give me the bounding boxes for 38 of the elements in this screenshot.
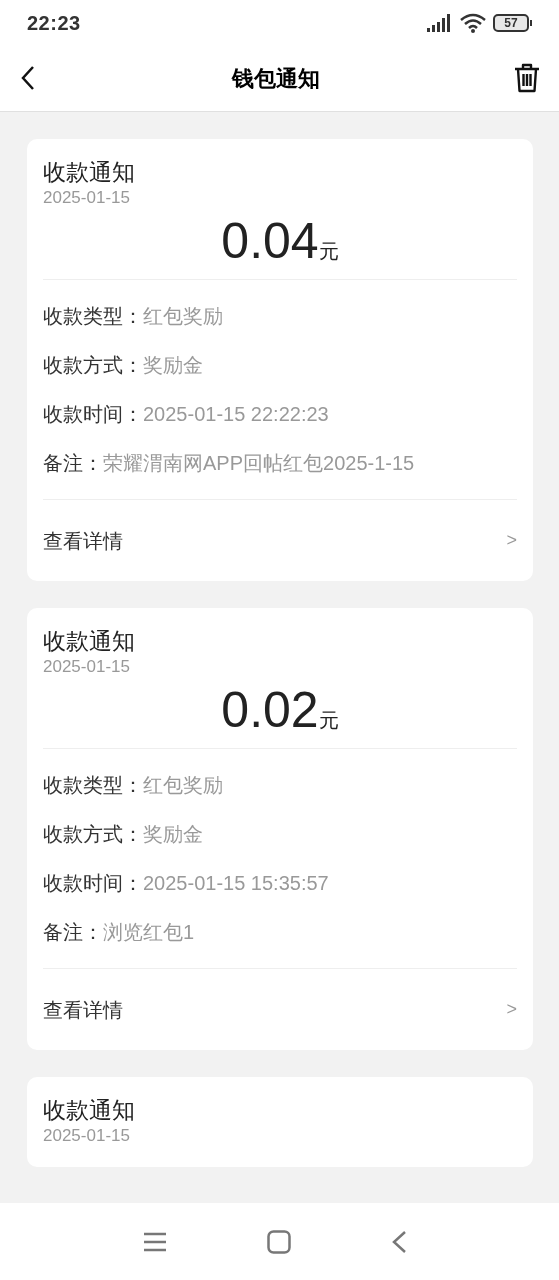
details-link[interactable]: 查看详情 > xyxy=(43,968,517,1050)
page-title: 钱包通知 xyxy=(231,64,320,93)
battery-icon: 57 xyxy=(493,13,532,32)
amount-value: 0.02 xyxy=(221,682,319,738)
detail-label: 备注： xyxy=(43,451,103,476)
detail-label: 收款时间： xyxy=(43,871,143,896)
back-icon[interactable] xyxy=(390,1229,407,1254)
detail-label: 收款时间： xyxy=(43,402,143,427)
card-date: 2025-01-15 xyxy=(43,187,131,209)
status-time: 22:23 xyxy=(27,10,81,36)
chevron-icon: > xyxy=(506,996,517,1023)
amount-value: 0.04 xyxy=(221,213,319,269)
detail-value: 荣耀渭南网APP回帖红包2025-1-15 xyxy=(103,451,415,476)
amount-unit: 元 xyxy=(318,239,339,264)
detail-label: 收款类型： xyxy=(43,304,143,329)
detail-label: 收款类型： xyxy=(43,773,143,798)
home-icon[interactable] xyxy=(266,1229,291,1254)
card-title: 收款通知 xyxy=(43,158,136,187)
detail-value: 奖励金 xyxy=(143,353,203,378)
wifi-icon xyxy=(459,12,487,33)
detail-value: 红包奖励 xyxy=(143,773,223,798)
card-title: 收款通知 xyxy=(43,1096,136,1125)
detail-value: 浏览红包1 xyxy=(103,920,195,945)
card-date: 2025-01-15 xyxy=(43,1125,131,1147)
card-date: 2025-01-15 xyxy=(43,656,131,678)
card-title: 收款通知 xyxy=(43,627,136,656)
details-link[interactable]: 查看详情 > xyxy=(43,499,517,581)
detail-label: 收款方式： xyxy=(43,353,143,378)
menu-icon[interactable] xyxy=(142,1230,167,1253)
signal-icon xyxy=(425,12,453,33)
chevron-icon: > xyxy=(506,527,517,554)
detail-label: 收款方式： xyxy=(43,822,143,847)
detail-value: 奖励金 xyxy=(143,822,203,847)
detail-value: 2025-01-15 22:22:23 xyxy=(143,402,329,427)
detail-value: 红包奖励 xyxy=(143,304,223,329)
detail-label: 备注： xyxy=(43,920,103,945)
amount-unit: 元 xyxy=(318,708,339,733)
detail-value: 2025-01-15 15:35:57 xyxy=(143,871,329,896)
